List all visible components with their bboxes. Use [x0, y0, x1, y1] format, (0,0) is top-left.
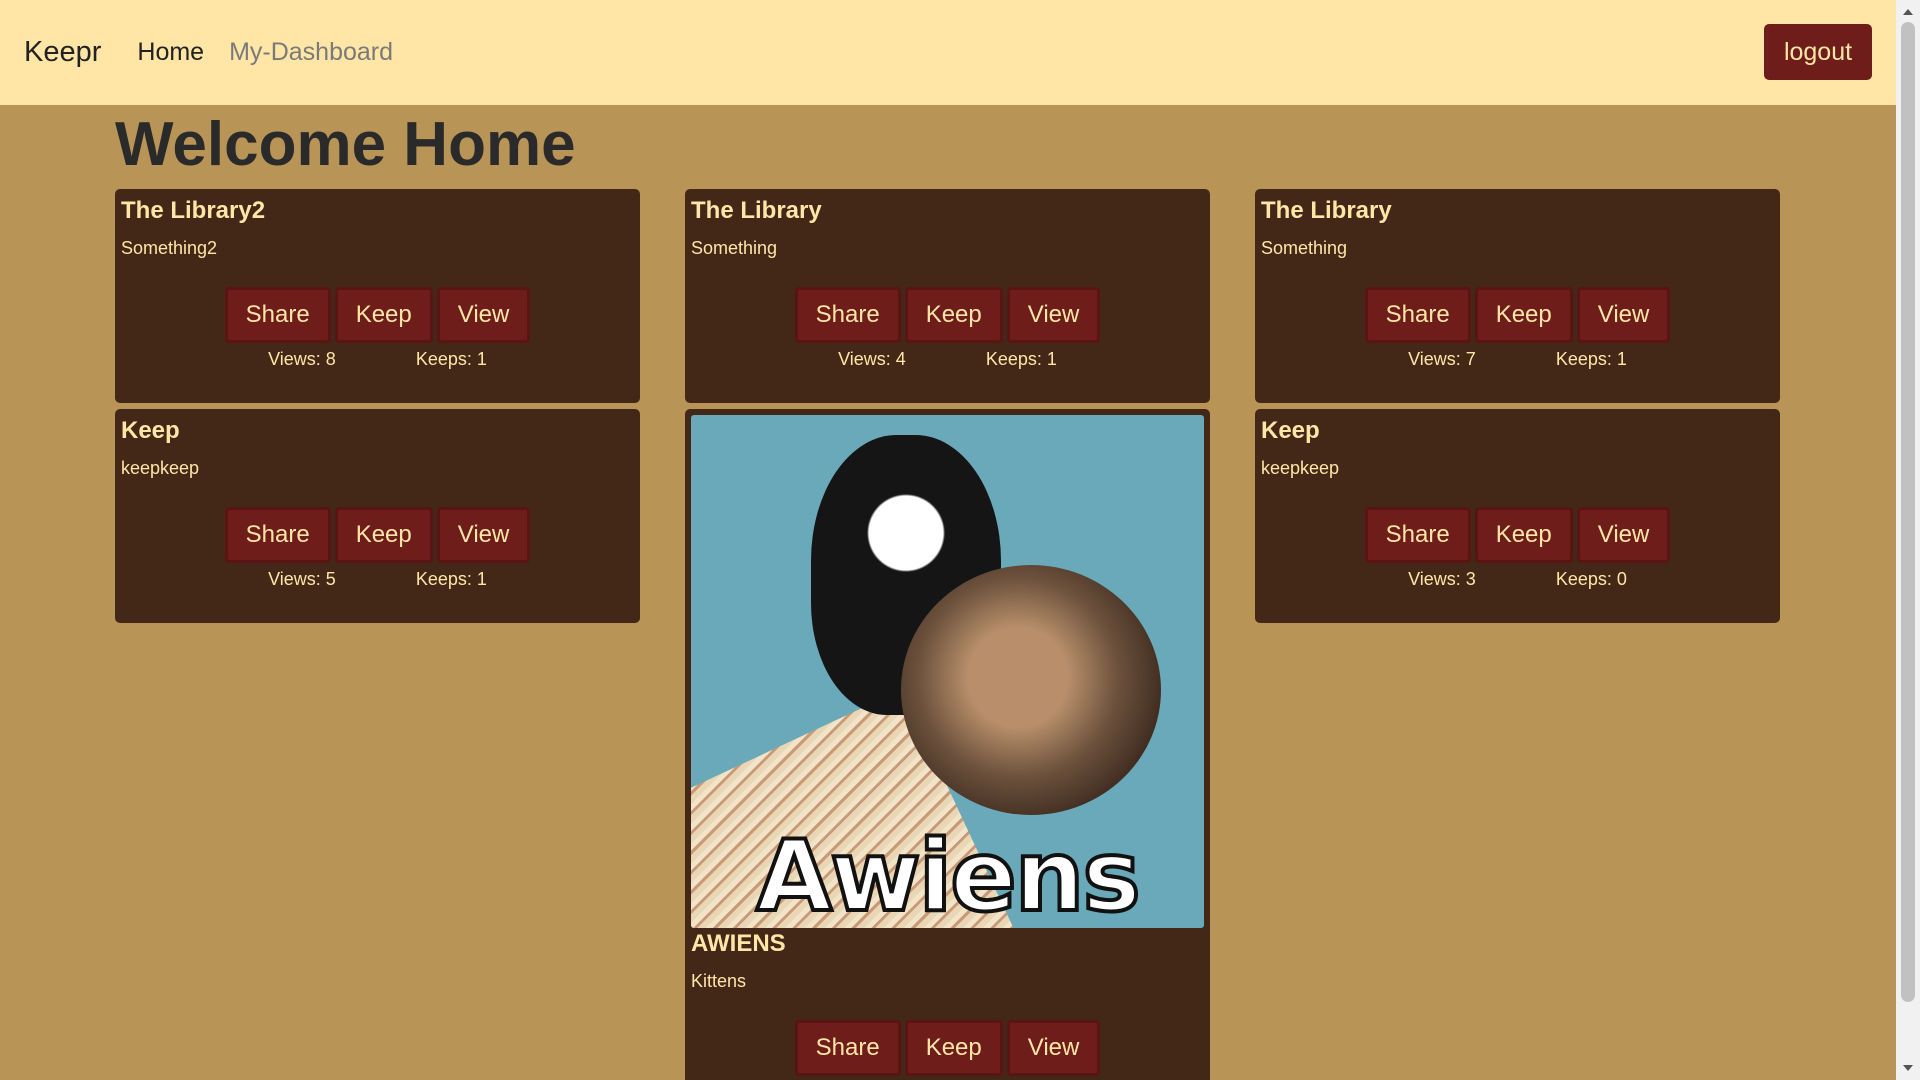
- keep-card: Awiens AWIENS Kittens Share Keep View: [685, 409, 1210, 1080]
- keep-card: Keep keepkeep Share Keep View Views: 5 K…: [115, 409, 640, 623]
- tabby-kitten: [901, 565, 1161, 815]
- views-count: Views: 4: [838, 349, 906, 369]
- share-button[interactable]: Share: [794, 287, 901, 343]
- view-button[interactable]: View: [1576, 507, 1671, 563]
- keep-card: The Library2 Something2 Share Keep View …: [115, 189, 640, 403]
- scroll-down-icon[interactable]: [1903, 1065, 1913, 1071]
- scrollbar[interactable]: [1896, 0, 1920, 1080]
- scroll-up-icon[interactable]: [1903, 9, 1913, 15]
- keeps-count: Keeps: 0: [1555, 569, 1627, 589]
- share-button[interactable]: Share: [1364, 287, 1471, 343]
- card-title: Keep: [1261, 417, 1320, 444]
- logout-button[interactable]: logout: [1764, 24, 1872, 80]
- card-description: Something: [691, 238, 778, 258]
- share-button[interactable]: Share: [224, 507, 331, 563]
- card-description: Kittens: [691, 971, 747, 991]
- scroll-thumb[interactable]: [1901, 22, 1915, 1002]
- kitten-image[interactable]: Awiens: [691, 415, 1204, 928]
- card-description: Something: [1261, 238, 1348, 258]
- share-button[interactable]: Share: [1364, 507, 1471, 563]
- keep-button[interactable]: Keep: [334, 287, 433, 343]
- share-button[interactable]: Share: [794, 1020, 901, 1076]
- view-button[interactable]: View: [1006, 1020, 1101, 1076]
- page-title: Welcome Home: [115, 110, 576, 179]
- card-title: The Library: [691, 197, 822, 224]
- card-title: The Library2: [121, 197, 266, 224]
- nav-link-dashboard[interactable]: My-Dashboard: [229, 38, 393, 67]
- keep-button[interactable]: Keep: [904, 287, 1003, 343]
- view-button[interactable]: View: [436, 287, 531, 343]
- nav-link-home[interactable]: Home: [137, 38, 204, 67]
- card-title: AWIENS: [691, 930, 786, 957]
- keeps-count: Keeps: 1: [985, 349, 1057, 369]
- navbar: Keepr Home My-Dashboard logout: [0, 0, 1896, 105]
- views-count: Views: 8: [268, 349, 336, 369]
- keeps-count: Keeps: 1: [1555, 349, 1627, 369]
- card-description: keepkeep: [1261, 458, 1340, 478]
- keep-card: The Library Something Share Keep View Vi…: [1255, 189, 1780, 403]
- keep-button[interactable]: Keep: [1474, 287, 1573, 343]
- views-count: Views: 7: [1408, 349, 1476, 369]
- share-button[interactable]: Share: [224, 287, 331, 343]
- keep-button[interactable]: Keep: [334, 507, 433, 563]
- view-button[interactable]: View: [436, 507, 531, 563]
- view-button[interactable]: View: [1576, 287, 1671, 343]
- views-count: Views: 5: [268, 569, 336, 589]
- views-count: Views: 3: [1408, 569, 1476, 589]
- image-caption: Awiens: [754, 818, 1143, 928]
- card-description: Something2: [121, 238, 218, 258]
- brand-logo[interactable]: Keepr: [24, 36, 101, 69]
- keeps-count: Keeps: 1: [415, 349, 487, 369]
- keep-card: Keep keepkeep Share Keep View Views: 3 K…: [1255, 409, 1780, 623]
- card-title: The Library: [1261, 197, 1392, 224]
- card-description: keepkeep: [121, 458, 200, 478]
- keep-card: The Library Something Share Keep View Vi…: [685, 189, 1210, 403]
- card-title: Keep: [121, 417, 180, 444]
- view-button[interactable]: View: [1006, 287, 1101, 343]
- keeps-count: Keeps: 1: [415, 569, 487, 589]
- keep-button[interactable]: Keep: [1474, 507, 1573, 563]
- keep-button[interactable]: Keep: [904, 1020, 1003, 1076]
